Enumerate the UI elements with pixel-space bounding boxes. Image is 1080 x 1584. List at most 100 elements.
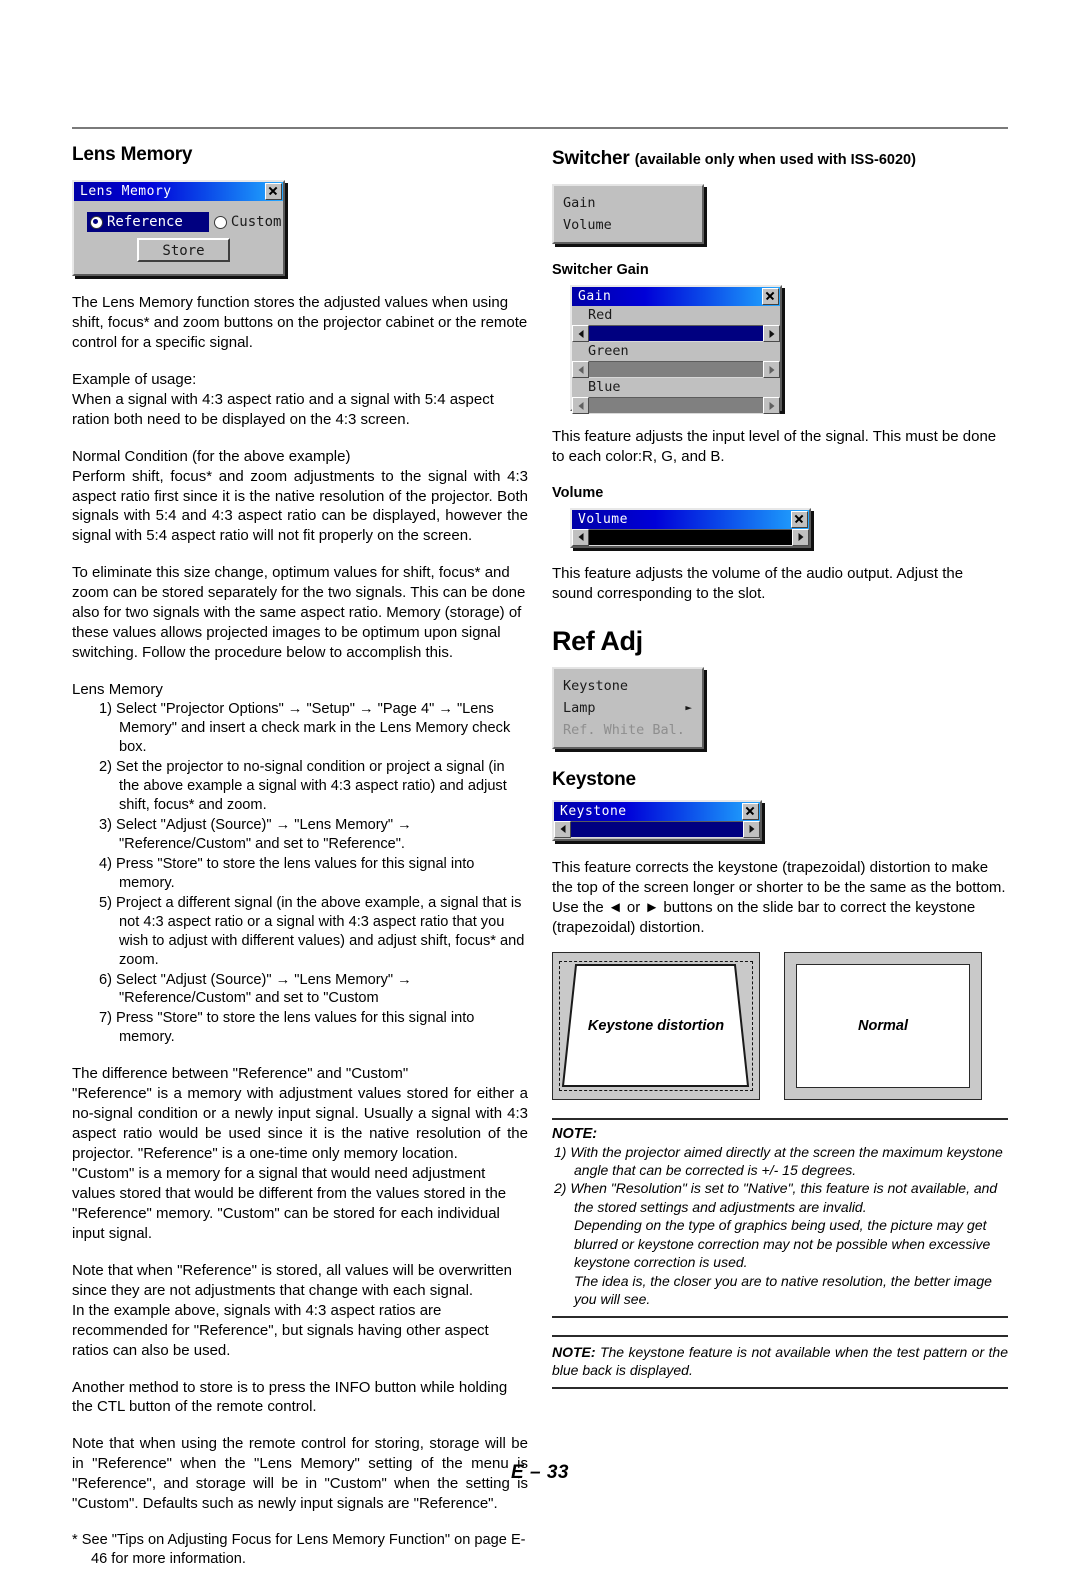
list-item: 3) Select "Adjust (Source)" → "Lens Memo…	[99, 816, 412, 852]
normal-condition-text: Perform shift, focus* and zoom adjustmen…	[72, 467, 528, 545]
gain-dialog[interactable]: Gain Red Green Blue	[570, 285, 782, 414]
note-item-continuation: The idea is, the closer you are to nativ…	[574, 1272, 992, 1308]
volume-description: This feature adjusts the volume of the a…	[552, 564, 964, 602]
dialog-titlebar: Keystone	[554, 801, 760, 821]
submenu-arrow-icon: ►	[685, 701, 692, 715]
close-icon[interactable]	[742, 802, 759, 820]
slider-track[interactable]	[589, 397, 763, 414]
example-usage-label: Example of usage:	[72, 370, 197, 388]
keystone-figures: Keystone distortion Normal	[552, 951, 1008, 1100]
arrow-left-icon[interactable]	[572, 361, 589, 378]
dialog-titlebar: Gain	[572, 287, 780, 306]
menu-item-label: Keystone	[563, 677, 629, 694]
volume-subheading: Volume	[552, 484, 604, 501]
radio-reference[interactable]: Reference	[87, 212, 209, 232]
close-icon[interactable]	[265, 183, 282, 200]
note-block-1: NOTE: 1) With the projector aimed direct…	[552, 1117, 1008, 1318]
custom-description: "Custom" is a memory for a signal that w…	[72, 1165, 507, 1242]
keystone-slider[interactable]	[554, 820, 760, 838]
figure-keystone-distortion: Keystone distortion	[552, 951, 760, 1100]
lens-memory-paragraph-1: The Lens Memory function stores the adju…	[72, 294, 528, 351]
radio-custom-label: Custom	[230, 214, 282, 230]
volume-dialog[interactable]: Volume	[570, 507, 811, 548]
arrow-right-icon[interactable]	[763, 397, 780, 414]
arrow-right-icon[interactable]	[743, 820, 760, 838]
gain-blue-label: Blue	[588, 379, 621, 395]
arrow-left-icon[interactable]	[572, 397, 589, 414]
switcher-menu[interactable]: Gain Volume	[552, 184, 704, 244]
menu-item-lamp[interactable]: Lamp ►	[554, 697, 702, 719]
arrow-right-icon[interactable]	[763, 325, 780, 342]
menu-item-ref-white-bal[interactable]: Ref. White Bal.	[554, 719, 702, 741]
reference-description: "Reference" is a memory with adjustment …	[72, 1085, 528, 1163]
note-block-2: NOTE: The keystone feature is not availa…	[552, 1334, 1008, 1389]
eliminate-size-change-text: To eliminate this size change, optimum v…	[72, 564, 526, 662]
close-icon[interactable]	[762, 288, 779, 305]
note-title: NOTE:	[552, 1125, 598, 1142]
menu-item-volume[interactable]: Volume	[554, 214, 702, 236]
note-text: The keystone feature is not available wh…	[552, 1343, 1008, 1379]
arrow-right-icon[interactable]	[763, 361, 780, 378]
menu-item-gain[interactable]: Gain	[554, 192, 702, 214]
menu-item-label: Volume	[563, 217, 612, 233]
arrow-left-icon[interactable]	[554, 820, 571, 838]
dialog-title: Keystone	[560, 803, 627, 819]
close-icon[interactable]	[791, 510, 808, 528]
menu-item-label: Ref. White Bal.	[563, 721, 685, 738]
gain-blue-slider[interactable]	[572, 397, 780, 414]
list-item: 5) Project a different signal (in the ab…	[99, 894, 525, 968]
list-item: 4) Press "Store" to store the lens value…	[99, 855, 475, 891]
left-column: Lens Memory Lens Memory Reference Custom…	[72, 144, 528, 1584]
figure-normal: Normal	[784, 951, 982, 1100]
gain-red-slider[interactable]	[572, 325, 780, 342]
note-item: 2) When "Resolution" is set to "Native",…	[554, 1179, 1008, 1308]
slider-track[interactable]	[589, 325, 763, 342]
slider-track[interactable]	[589, 361, 763, 378]
keystone-dialog[interactable]: Keystone	[552, 799, 762, 841]
dialog-title: Lens Memory	[80, 184, 172, 199]
menu-item-keystone[interactable]: Keystone	[554, 675, 702, 697]
normal-condition-label: Normal Condition (for the above example)	[72, 447, 351, 465]
info-button-note: Another method to store is to press the …	[72, 1378, 508, 1416]
volume-slider[interactable]	[572, 528, 809, 546]
ref-adj-menu[interactable]: Keystone Lamp ► Ref. White Bal.	[552, 666, 704, 749]
keystone-heading: Keystone	[552, 768, 636, 790]
document-page: Lens Memory Lens Memory Reference Custom…	[0, 0, 1080, 1567]
figure-caption: Keystone distortion	[587, 1017, 725, 1034]
switcher-heading-main: Switcher	[552, 148, 630, 169]
footnote-asterisk: * See "Tips on Adjusting Focus for Lens …	[72, 1532, 526, 1568]
slider-track[interactable]	[571, 820, 743, 838]
gain-red-label: Red	[588, 307, 613, 323]
note-item: 1) With the projector aimed directly at …	[554, 1143, 1003, 1178]
radio-dot-selected-icon	[90, 215, 103, 229]
note-item-continuation: Depending on the type of graphics being …	[574, 1217, 991, 1271]
note-label: NOTE:	[552, 1343, 596, 1360]
list-item: 2) Set the projector to no-signal condit…	[99, 758, 507, 813]
list-item: 6) Select "Adjust (Source)" → "Lens Memo…	[99, 971, 412, 1007]
lens-memory-dialog[interactable]: Lens Memory Reference Custom Store	[72, 180, 285, 276]
radio-dot-unselected-icon	[213, 215, 227, 229]
list-item: 7) Press "Store" to store the lens value…	[99, 1010, 475, 1046]
recommendation-note: In the example above, signals with 4:3 a…	[72, 1301, 489, 1359]
arrow-left-icon[interactable]	[572, 325, 589, 342]
menu-item-label: Gain	[563, 195, 596, 211]
switcher-heading-sub: (available only when used with ISS-6020)	[634, 152, 916, 168]
dialog-titlebar: Volume	[572, 509, 809, 529]
example-usage-text: When a signal with 4:3 aspect ratio and …	[72, 390, 494, 428]
note-2: NOTE: The keystone feature is not availa…	[552, 1343, 1008, 1380]
switcher-heading: Switcher (available only when used with …	[552, 148, 1008, 170]
radio-custom[interactable]: Custom	[209, 212, 285, 232]
note-items: 1) With the projector aimed directly at …	[552, 1143, 1008, 1309]
store-button[interactable]: Store	[137, 238, 230, 262]
radio-reference-label: Reference	[107, 214, 183, 230]
arrow-right-icon[interactable]	[792, 528, 809, 546]
arrow-left-icon[interactable]	[572, 528, 589, 546]
dialog-title: Volume	[578, 511, 628, 527]
list-item: 1) Select "Projector Options" → "Setup" …	[99, 700, 511, 755]
note-item-text: 2) When "Resolution" is set to "Native",…	[554, 1180, 998, 1215]
dialog-title: Gain	[578, 289, 612, 304]
gain-green-label: Green	[588, 343, 629, 359]
switcher-gain-subheading: Switcher Gain	[552, 262, 649, 278]
slider-track[interactable]	[589, 528, 792, 546]
gain-green-slider[interactable]	[572, 361, 780, 378]
